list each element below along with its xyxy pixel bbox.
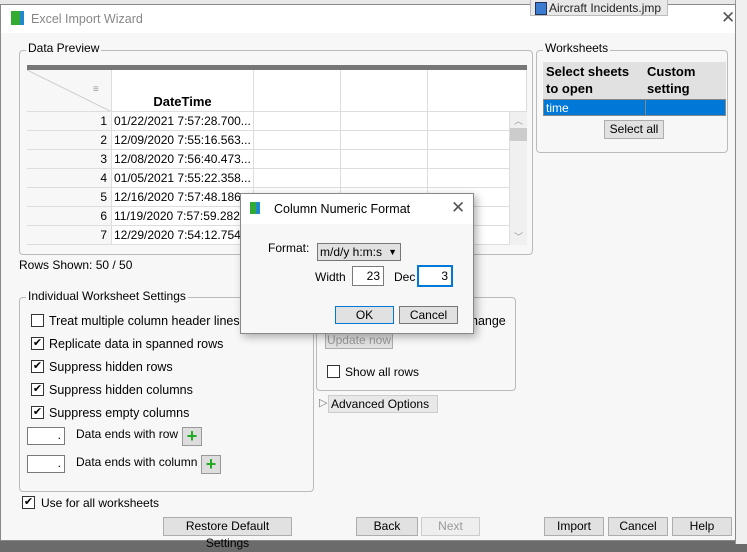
row-number[interactable]: 4 — [27, 169, 112, 188]
empty-cell[interactable] — [341, 150, 428, 169]
option-checkbox[interactable]: ✔ — [31, 337, 44, 350]
add-row-icon[interactable]: + — [182, 427, 202, 446]
empty-cell[interactable] — [428, 169, 510, 188]
column-header-datetime[interactable]: DateTime — [112, 70, 254, 112]
width-input[interactable]: 23 — [352, 266, 384, 286]
column-numeric-format-dialog: Column Numeric Format ✕ Format: m/d/y h:… — [240, 193, 474, 334]
datetime-cell[interactable]: 12/09/2020 7:55:16.563... — [112, 131, 254, 150]
dec-label: Dec — [394, 270, 416, 284]
data-ends-row-label: Data ends with row — [76, 427, 179, 441]
worksheet-name: time — [546, 101, 569, 115]
empty-cell[interactable] — [428, 131, 510, 150]
update-now-button[interactable]: Update now — [325, 332, 393, 349]
scrollbar-thumb[interactable] — [510, 128, 527, 141]
scroll-up-icon[interactable]: ︿ — [514, 114, 523, 127]
empty-cell[interactable] — [341, 131, 428, 150]
restore-defaults-button[interactable]: Restore Default Settings — [163, 517, 292, 550]
empty-cell[interactable] — [254, 112, 341, 131]
datetime-cell[interactable]: 01/22/2021 7:57:28.700... — [112, 112, 254, 131]
option-checkbox[interactable] — [31, 314, 44, 327]
expand-triangle-icon[interactable]: ▷ — [319, 396, 327, 409]
update-label-partial: hange — [471, 314, 506, 328]
datetime-cell[interactable]: 11/19/2020 7:57:59.282 — [112, 207, 254, 226]
import-button[interactable]: Import — [544, 517, 604, 536]
option-checkbox[interactable]: ✔ — [31, 360, 44, 373]
datetime-cell[interactable]: 12/29/2020 7:54:12.754 — [112, 226, 254, 245]
row-number[interactable]: 7 — [27, 226, 112, 245]
background-window-edge — [735, 0, 747, 544]
empty-cell[interactable] — [254, 150, 341, 169]
grid-corner[interactable]: ≡ — [27, 70, 112, 112]
dialog-title: Column Numeric Format — [274, 202, 411, 216]
worksheets-header: Select sheets to open Custom setting — [543, 62, 726, 99]
option-label: Suppress empty columns — [49, 406, 190, 420]
header-custom-setting: Custom setting — [647, 64, 696, 96]
dropdown-arrow-icon: ▼ — [388, 247, 397, 257]
format-dropdown[interactable]: m/d/y h:m:s ▼ — [317, 243, 401, 261]
row-number[interactable]: 3 — [27, 150, 112, 169]
option-checkbox[interactable]: ✔ — [31, 406, 44, 419]
worksheet-row-time[interactable]: time — [543, 99, 726, 116]
column-header-empty — [254, 70, 341, 112]
close-icon[interactable]: ✕ — [721, 8, 735, 28]
background-window-text: Aircraft Incidents.jmp — [530, 0, 669, 16]
dec-input[interactable]: 3 — [417, 265, 453, 287]
app-icon — [11, 11, 24, 25]
use-for-all-label: Use for all worksheets — [41, 496, 160, 510]
width-label: Width — [315, 270, 346, 284]
format-value: m/d/y h:m:s — [320, 245, 383, 259]
scroll-down-icon[interactable]: ﹀ — [514, 230, 523, 243]
empty-cell[interactable] — [254, 131, 341, 150]
select-all-button[interactable]: Select all — [604, 120, 664, 139]
dialog-title-bar: Column Numeric Format ✕ — [241, 194, 473, 224]
next-button[interactable]: Next — [421, 517, 480, 536]
datetime-cell[interactable]: 01/05/2021 7:55:22.358... — [112, 169, 254, 188]
cancel-button[interactable]: Cancel — [608, 517, 668, 536]
empty-cell[interactable] — [341, 169, 428, 188]
data-ends-column-input[interactable]: . — [27, 455, 65, 473]
column-header-empty — [428, 70, 527, 112]
empty-cell[interactable] — [428, 150, 510, 169]
corner-diagonal — [27, 70, 111, 111]
datetime-cell[interactable]: 12/16/2020 7:57:48.186 — [112, 188, 254, 207]
row-number[interactable]: 1 — [27, 112, 112, 131]
row-number[interactable]: 5 — [27, 188, 112, 207]
row-number[interactable]: 2 — [27, 131, 112, 150]
close-icon[interactable]: ✕ — [451, 198, 465, 218]
show-all-rows-label: Show all rows — [345, 365, 420, 379]
ok-button[interactable]: OK — [335, 306, 394, 324]
option-checkbox[interactable]: ✔ — [31, 383, 44, 396]
individual-settings-legend: Individual Worksheet Settings — [26, 289, 188, 303]
format-label: Format: — [268, 241, 310, 255]
columns-list-icon: ≡ — [93, 84, 99, 95]
advanced-options-button[interactable]: Advanced Options — [328, 395, 438, 413]
show-all-rows-checkbox[interactable] — [327, 365, 340, 378]
back-button[interactable]: Back — [356, 517, 418, 536]
data-ends-row-input[interactable]: . — [27, 427, 65, 445]
use-for-all-checkbox[interactable]: ✔ — [22, 496, 35, 509]
datetime-cell[interactable]: 12/08/2020 7:56:40.473... — [112, 150, 254, 169]
help-button[interactable]: Help — [672, 517, 732, 536]
option-label: Treat multiple column header lines as — [49, 314, 257, 328]
dialog-cancel-button[interactable]: Cancel — [399, 306, 458, 324]
row-number[interactable]: 6 — [27, 207, 112, 226]
empty-cell[interactable] — [428, 112, 510, 131]
empty-cell[interactable] — [254, 169, 341, 188]
worksheet-custom — [645, 100, 646, 115]
rows-shown: Rows Shown: 50 / 50 — [19, 258, 133, 272]
window-title: Excel Import Wizard — [31, 12, 143, 26]
vertical-scrollbar[interactable]: ︿ ﹀ — [510, 112, 527, 245]
option-label: Suppress hidden columns — [49, 383, 193, 397]
header-select-sheets: Select sheets to open — [546, 64, 630, 96]
app-icon — [250, 202, 260, 214]
option-label: Suppress hidden rows — [49, 360, 173, 374]
worksheets-legend: Worksheets — [543, 41, 611, 55]
data-preview-legend: Data Preview — [26, 41, 102, 55]
empty-cell[interactable] — [341, 112, 428, 131]
add-column-icon[interactable]: + — [201, 455, 221, 474]
column-header-empty — [341, 70, 428, 112]
option-label: Replicate data in spanned rows — [49, 337, 224, 351]
data-ends-column-label: Data ends with column — [76, 455, 198, 469]
